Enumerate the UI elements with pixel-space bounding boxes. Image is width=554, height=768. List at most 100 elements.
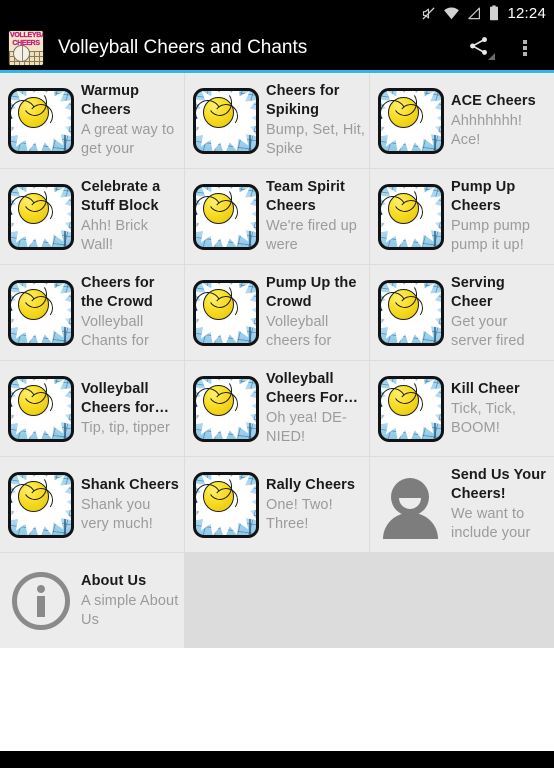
grid-item-subtitle: Tip, tip, tipper [81,419,170,436]
grid-item[interactable]: Team Spirit Cheers We're fired up were [185,169,369,264]
grid-item-title: Serving Cheer [451,275,505,310]
grid-item-subtitle: Volleyball cheers for [266,314,332,349]
app-screen: 12:24 VOLLEYBALL CHEERS Volleyball Cheer… [0,0,554,768]
overflow-menu-icon [523,38,527,58]
volleyball-icon [8,87,74,154]
grid-cell-empty [370,553,554,648]
grid-item-text: Celebrate a Stuff Block Ahh! Brick Wall! [81,178,180,255]
grid-item-title: Cheers for Spiking [266,83,340,118]
volleyball-icon [8,471,74,538]
grid-item-title: Pump Up Cheers [451,179,516,214]
grid-item-title: Volleyball Cheers For… [266,371,359,406]
grid-item-title: Cheers for the Crowd [81,275,155,310]
grid-item[interactable]: Celebrate a Stuff Block Ahh! Brick Wall! [0,169,184,264]
grid-item[interactable]: Volleyball Cheers For… Oh yea! DE-NIED! [185,361,369,456]
grid-item[interactable]: Shank Cheers Shank you very much! [0,457,184,552]
grid-item[interactable]: About Us A simple About Us [0,553,184,648]
grid-item-text: Team Spirit Cheers We're fired up were [266,178,365,255]
volleyball-icon [193,183,259,250]
battery-icon [489,5,499,21]
volleyball-icon [193,375,259,442]
overflow-menu-button[interactable] [502,26,548,70]
grid-item-title: Kill Cheer [451,380,520,397]
grid-item-title: ACE Cheers [451,92,536,109]
grid-item-subtitle: Shank you very much! [81,496,153,532]
volleyball-icon [193,87,259,154]
volleyball-icon [8,279,74,346]
signal-icon [467,6,482,20]
grid-item-title: Rally Cheers [266,476,356,493]
grid-item[interactable]: Cheers for Spiking Bump, Set, Hit, Spike [185,73,369,168]
grid-item-title: Celebrate a Stuff Block [81,179,161,214]
grid-item-text: Pump Up Cheers Pump pump pump it up! [451,178,550,255]
volleyball-icon [8,375,74,442]
grid-item-title: Team Spirit Cheers [266,179,345,214]
grid-item-text: Cheers for Spiking Bump, Set, Hit, Spike [266,82,365,159]
grid-item[interactable]: Cheers for the Crowd Volleyball Chants fo… [0,265,184,360]
grid-item-subtitle: Tick, Tick, BOOM! [451,400,517,436]
grid-item-text: Kill Cheer Tick, Tick, BOOM! [451,380,550,438]
grid-item-text: About Us A simple About Us [81,572,180,630]
mute-icon [421,6,436,21]
grid-item-subtitle: Ahhhhhhh! Ace! [451,112,523,148]
grid-item[interactable]: ACE Cheers Ahhhhhhh! Ace! [370,73,554,168]
volleyball-icon [378,87,444,154]
wifi-icon [443,6,460,20]
app-logo-text: VOLLEYBALL CHEERS [10,32,43,47]
grid-item-text: Rally Cheers One! Two! Three! [266,476,365,534]
volleyball-icon [378,279,444,346]
share-dropdown-indicator-icon [488,53,495,60]
volleyball-icon [378,375,444,442]
share-button[interactable] [456,26,502,70]
grid-item-text: Volleyball Cheers for… Tip, tip, tipper [81,380,180,438]
grid-item-title: Pump Up the Crowd [266,275,357,310]
grid-item[interactable]: Volleyball Cheers for… Tip, tip, tipper [0,361,184,456]
grid-item-text: Cheers for the Crowd Volleyball Chants fo… [81,274,180,351]
grid-item[interactable]: Pump Up the Crowd Volleyball cheers for [185,265,369,360]
grid-cell-empty [185,553,369,648]
grid-item-subtitle: Volleyball Chants for [81,314,149,349]
grid-item-subtitle: Bump, Set, Hit, Spike [266,122,365,157]
grid-item-text: ACE Cheers Ahhhhhhh! Ace! [451,92,550,150]
grid-item-title: About Us [81,572,147,589]
grid-item[interactable]: Warmup Cheers A great way to get your [0,73,184,168]
grid-item[interactable]: Rally Cheers One! Two! Three! [185,457,369,552]
grid-item-subtitle: Ahh! Brick Wall! [81,218,149,253]
info-icon [8,568,74,634]
grid-item[interactable]: Serving Cheer Get your server fired [370,265,554,360]
grid-item-text: Serving Cheer Get your server fired [451,274,550,351]
app-title: Volleyball Cheers and Chants [58,37,308,58]
volleyball-icon [193,471,259,538]
share-icon [468,35,490,62]
grid-item[interactable]: Kill Cheer Tick, Tick, BOOM! [370,361,554,456]
grid-item-subtitle: Pump pump pump it up! [451,218,531,253]
grid-item-subtitle: A simple About Us [81,592,179,628]
grid-item-subtitle: A great way to get your [81,122,175,157]
action-bar: VOLLEYBALL CHEERS Volleyball Cheers and … [0,26,554,70]
volleyball-icon [378,183,444,250]
volleyball-icon [193,279,259,346]
empty-area [0,648,554,748]
status-bar: 12:24 [0,0,554,26]
grid-item-title: Send Us Your Cheers! [451,467,546,502]
grid-item-subtitle: We want to include your [451,506,531,541]
status-clock: 12:24 [507,4,546,22]
grid-item-title: Volleyball Cheers for… [81,380,170,416]
grid-item-subtitle: Oh yea! DE-NIED! [266,410,347,445]
grid-item-subtitle: We're fired up were [266,218,357,253]
grid-item-text: Pump Up the Crowd Volleyball cheers for [266,274,365,351]
person-icon [378,472,444,539]
grid-item-text: Volleyball Cheers For… Oh yea! DE-NIED! [266,370,365,447]
grid-item-title: Shank Cheers [81,476,179,493]
grid-item[interactable]: Pump Up Cheers Pump pump pump it up! [370,169,554,264]
grid-item-title: Warmup Cheers [81,83,140,118]
navigation-bar [0,751,554,768]
app-logo-icon: VOLLEYBALL CHEERS [8,30,44,66]
volleyball-icon [8,183,74,250]
grid-item-subtitle: One! Two! Three! [266,496,333,532]
cheers-grid: Warmup Cheers A great way to get your Chee… [0,73,554,648]
grid-item-text: Send Us Your Cheers! We want to include y… [451,466,550,543]
grid-item-subtitle: Get your server fired [451,314,525,349]
grid-item-text: Shank Cheers Shank you very much! [81,476,180,534]
grid-item[interactable]: Send Us Your Cheers! We want to include y… [370,457,554,552]
